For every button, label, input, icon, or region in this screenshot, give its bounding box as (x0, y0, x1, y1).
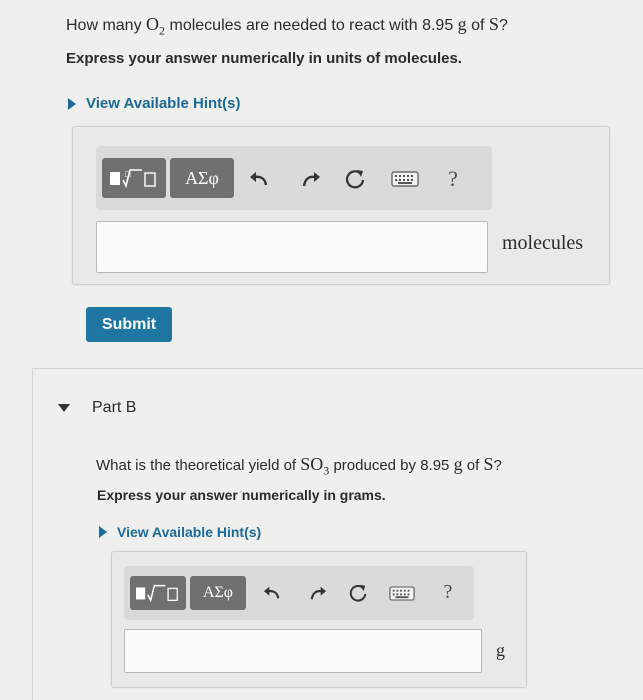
reset-icon (345, 170, 365, 189)
part-b-question: What is the theoretical yield of SO3 pro… (96, 454, 502, 478)
part-a-question: How many O2 molecules are needed to reac… (66, 14, 508, 38)
part-b-answer-input[interactable] (124, 629, 482, 673)
symbols-button[interactable]: ΑΣφ (170, 158, 234, 198)
o2-formula: O2 (146, 14, 166, 38)
section-divider (32, 368, 643, 369)
part-b-hint-link[interactable]: View Available Hint(s) (99, 524, 261, 540)
expand-triangle-icon (99, 526, 107, 538)
part-b-header[interactable]: Part B (58, 399, 136, 417)
templates-icon: □ (110, 169, 156, 189)
undo-button[interactable] (260, 581, 284, 605)
part-a-unit-label: molecules (502, 232, 584, 254)
symbols-button[interactable]: ΑΣφ (190, 576, 246, 610)
collapse-triangle-icon[interactable] (58, 404, 70, 412)
part-a-answer-input[interactable] (96, 221, 488, 273)
part-b-instruction: Express your answer numerically in grams… (97, 487, 386, 503)
redo-icon (302, 172, 320, 187)
reset-button[interactable] (342, 166, 368, 192)
templates-icon (136, 584, 178, 603)
templates-button[interactable] (130, 576, 186, 610)
help-button[interactable]: ? (440, 164, 466, 194)
keyboard-icon (389, 585, 415, 601)
redo-icon (310, 586, 326, 600)
part-b-math-toolbar: ΑΣφ ? (124, 566, 474, 620)
templates-button[interactable]: □ (102, 158, 166, 198)
reset-button[interactable] (346, 581, 370, 605)
help-button[interactable]: ? (436, 578, 460, 606)
submit-button[interactable]: Submit (86, 307, 172, 342)
part-a-hint-link[interactable]: View Available Hint(s) (68, 95, 241, 112)
so3-formula: SO3 (300, 454, 330, 478)
reset-icon (349, 584, 367, 602)
undo-button[interactable] (246, 166, 272, 192)
keyboard-button[interactable] (388, 581, 416, 605)
part-a-math-toolbar: □ ΑΣφ ? (96, 146, 492, 210)
redo-button[interactable] (298, 166, 324, 192)
keyboard-icon (391, 171, 419, 187)
redo-button[interactable] (306, 581, 330, 605)
keyboard-button[interactable] (390, 166, 420, 192)
part-a-instruction: Express your answer numerically in units… (66, 50, 462, 67)
undo-icon (250, 172, 268, 186)
part-b-left-border (32, 368, 33, 700)
expand-triangle-icon (68, 97, 76, 110)
part-b-unit-label: g (496, 640, 505, 660)
undo-icon (264, 586, 280, 599)
